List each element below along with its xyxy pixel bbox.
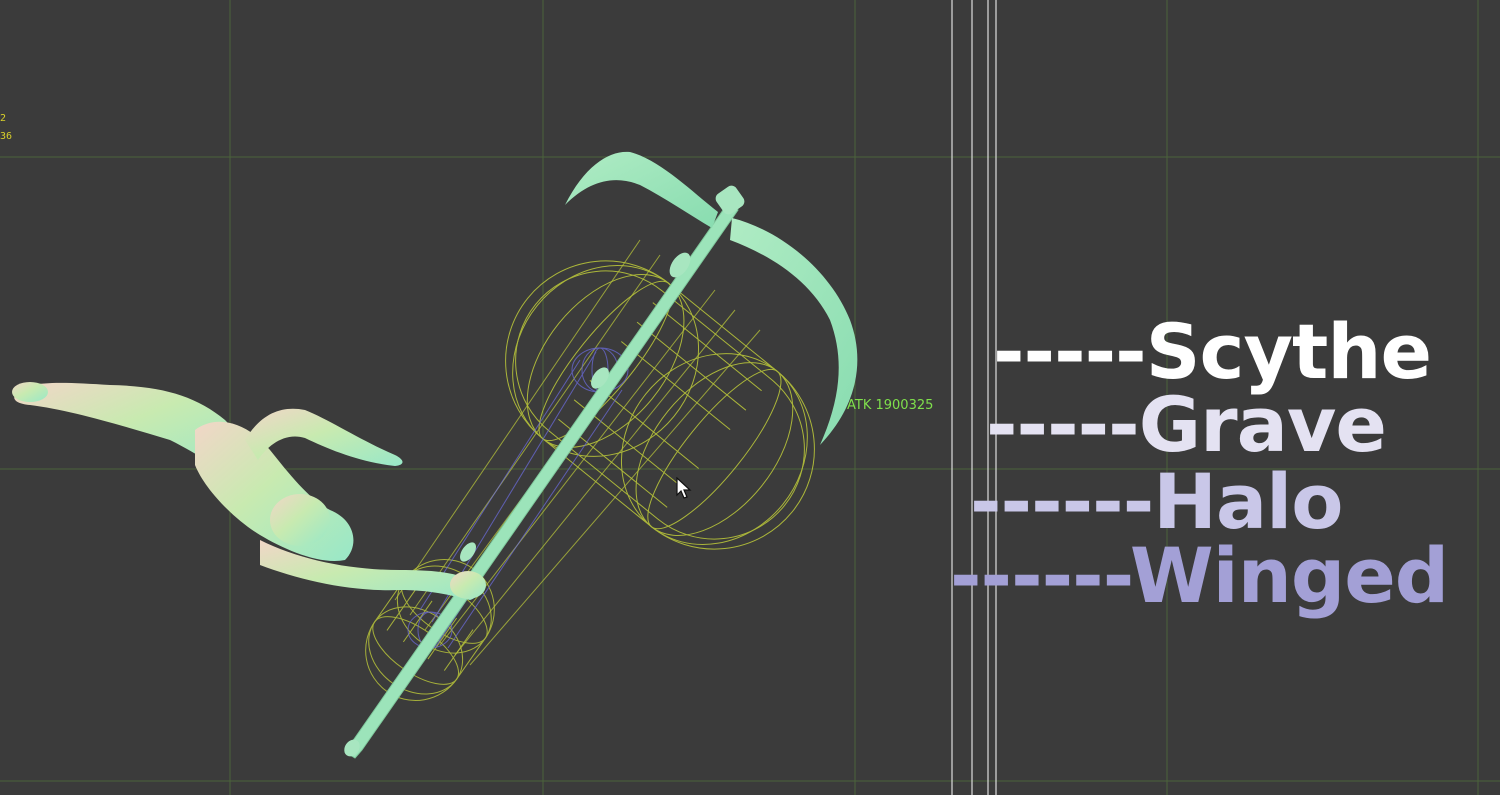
mouse-pointer-icon <box>676 477 692 499</box>
game-viewport[interactable]: 2 36 ATK 1900325 -----Scythe -----Grave … <box>0 0 1500 795</box>
weapon-name-halo: ------Halo <box>970 457 1343 546</box>
weapon-name-scythe: -----Scythe <box>993 307 1432 396</box>
hud-readout-1: 2 <box>0 113 7 124</box>
character-model[interactable] <box>12 382 486 600</box>
hitbox-id-label: ATK 1900325 <box>847 398 934 413</box>
weapon-name-winged: ------Winged <box>950 531 1449 620</box>
scythe-model[interactable] <box>341 151 858 760</box>
weapon-name-grave: -----Grave <box>986 380 1387 469</box>
hud-readout-2: 36 <box>0 131 13 142</box>
